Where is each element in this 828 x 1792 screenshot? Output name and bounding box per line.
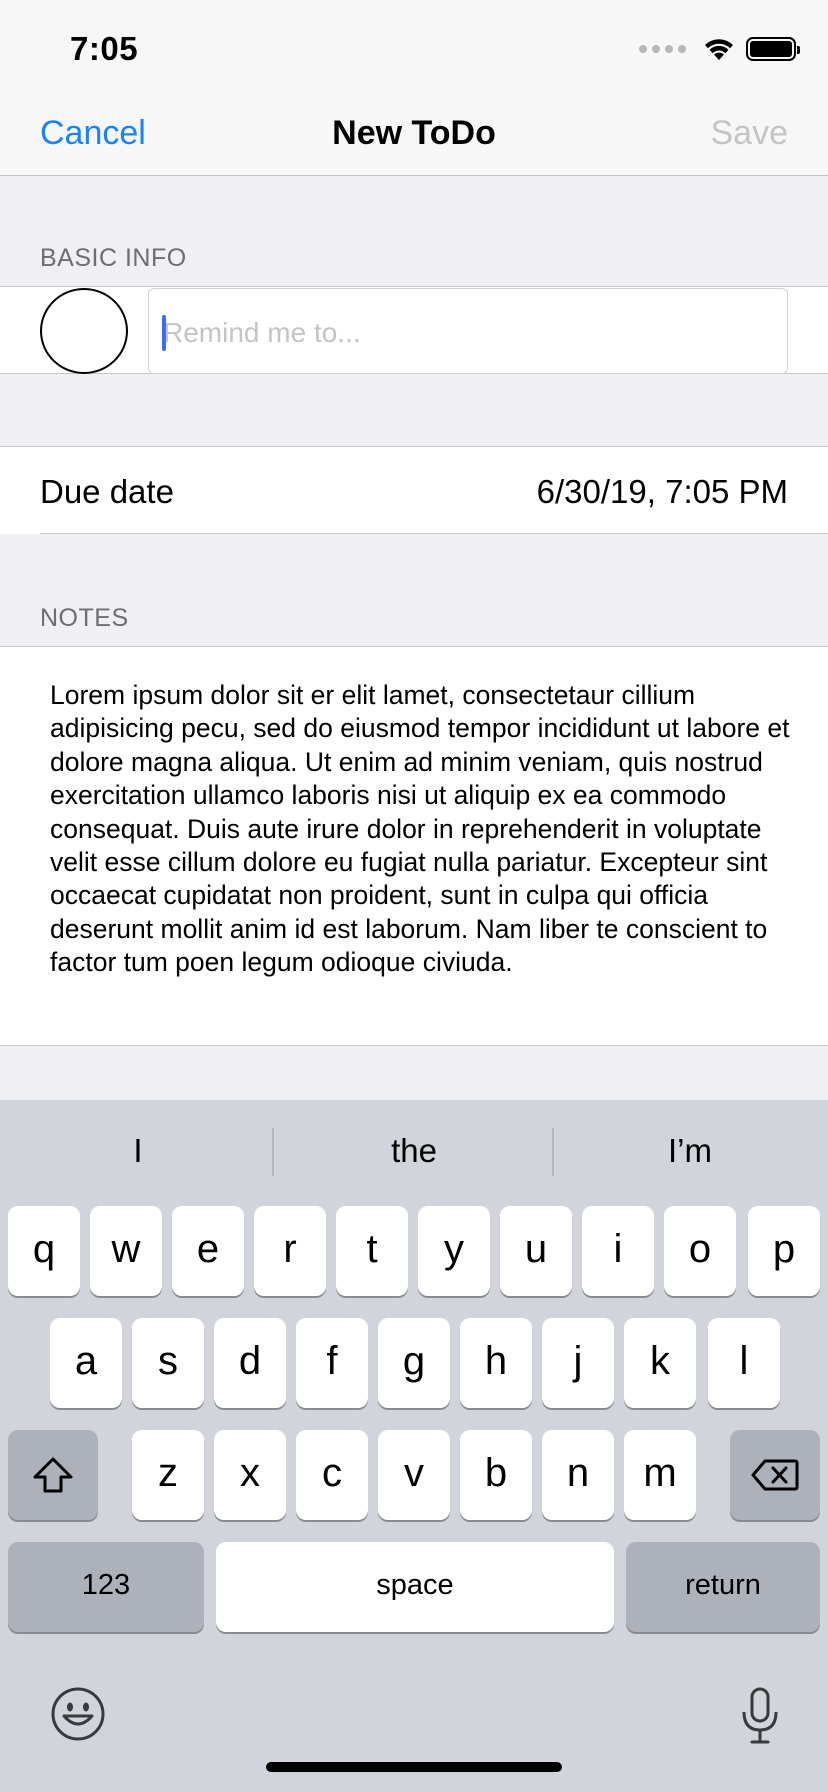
- key-e[interactable]: e: [172, 1206, 244, 1296]
- notes-row[interactable]: Lorem ipsum dolor sit er elit lamet, con…: [0, 646, 828, 1046]
- key-q[interactable]: q: [8, 1206, 80, 1296]
- suggestion-1[interactable]: I: [0, 1122, 276, 1180]
- wifi-icon: [705, 39, 733, 60]
- key-v[interactable]: v: [378, 1430, 450, 1520]
- key-m[interactable]: m: [624, 1430, 696, 1520]
- signal-icon: [639, 45, 686, 53]
- key-p[interactable]: p: [748, 1206, 820, 1296]
- suggestion-3[interactable]: I’m: [552, 1122, 828, 1180]
- section-header-basic-info: BASIC INFO: [40, 244, 187, 272]
- key-t[interactable]: t: [336, 1206, 408, 1296]
- key-y[interactable]: y: [418, 1206, 490, 1296]
- delete-icon: [751, 1459, 799, 1491]
- key-f[interactable]: f: [296, 1318, 368, 1408]
- key-n[interactable]: n: [542, 1430, 614, 1520]
- text-caret: [162, 315, 166, 351]
- key-w[interactable]: w: [90, 1206, 162, 1296]
- key-l[interactable]: l: [708, 1318, 780, 1408]
- save-button[interactable]: Save: [711, 114, 789, 153]
- due-date-row[interactable]: Due date 6/30/19, 7:05 PM: [0, 446, 828, 534]
- key-s[interactable]: s: [132, 1318, 204, 1408]
- return-key[interactable]: return: [626, 1542, 820, 1632]
- key-i[interactable]: i: [582, 1206, 654, 1296]
- completion-circle-icon[interactable]: [40, 288, 128, 374]
- key-x[interactable]: x: [214, 1430, 286, 1520]
- cancel-button[interactable]: Cancel: [40, 114, 146, 153]
- todo-title-placeholder: Remind me to...: [163, 317, 361, 348]
- key-g[interactable]: g: [378, 1318, 450, 1408]
- section-header-notes: NOTES: [40, 604, 129, 632]
- due-date-value: 6/30/19, 7:05 PM: [536, 473, 788, 510]
- microphone-icon[interactable]: [738, 1686, 782, 1746]
- navigation-bar: 7:05 Cancel New ToDo Save: [0, 0, 828, 176]
- home-indicator[interactable]: [266, 1762, 562, 1772]
- notes-text[interactable]: Lorem ipsum dolor sit er elit lamet, con…: [50, 679, 790, 980]
- key-j[interactable]: j: [542, 1318, 614, 1408]
- emoji-icon[interactable]: [50, 1686, 106, 1742]
- status-icons: [639, 36, 800, 62]
- key-a[interactable]: a: [50, 1318, 122, 1408]
- status-time: 7:05: [70, 30, 139, 67]
- due-date-label: Due date: [40, 473, 174, 510]
- key-k[interactable]: k: [624, 1318, 696, 1408]
- space-key[interactable]: space: [216, 1542, 614, 1632]
- keyboard: I the I’m q w e r t y u i o p a s d f g …: [0, 1100, 828, 1792]
- shift-key[interactable]: [8, 1430, 98, 1520]
- key-z[interactable]: z: [132, 1430, 204, 1520]
- shift-icon: [33, 1457, 73, 1493]
- basic-info-row: Remind me to...: [0, 286, 828, 374]
- numbers-key[interactable]: 123: [8, 1542, 204, 1632]
- key-b[interactable]: b: [460, 1430, 532, 1520]
- delete-key[interactable]: [730, 1430, 820, 1520]
- key-u[interactable]: u: [500, 1206, 572, 1296]
- todo-title-input[interactable]: Remind me to...: [148, 288, 788, 374]
- key-r[interactable]: r: [254, 1206, 326, 1296]
- key-d[interactable]: d: [214, 1318, 286, 1408]
- battery-icon: [746, 37, 800, 61]
- suggestion-divider: [272, 1128, 274, 1176]
- suggestion-2[interactable]: the: [276, 1122, 552, 1180]
- row-divider: [40, 533, 828, 534]
- key-o[interactable]: o: [664, 1206, 736, 1296]
- key-c[interactable]: c: [296, 1430, 368, 1520]
- key-h[interactable]: h: [460, 1318, 532, 1408]
